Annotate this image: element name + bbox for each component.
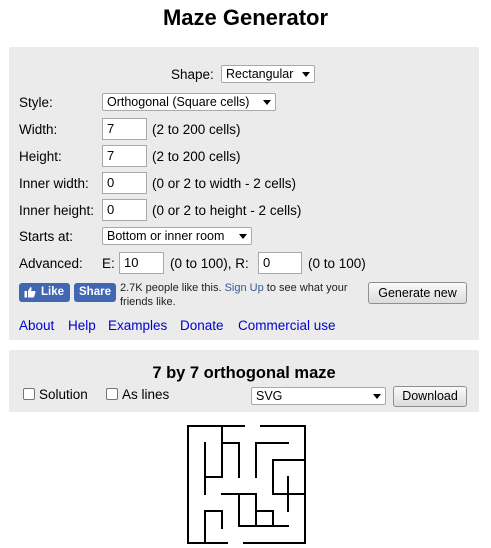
solution-label: Solution bbox=[39, 387, 88, 402]
starts-at-label: Starts at: bbox=[19, 229, 74, 244]
e-hint: (0 to 100), R: bbox=[170, 256, 249, 271]
height-hint: (2 to 200 cells) bbox=[152, 149, 241, 164]
width-hint: (2 to 200 cells) bbox=[152, 122, 241, 137]
settings-panel: Shape: Rectangular Style: Orthogonal (Sq… bbox=[9, 47, 479, 340]
examples-link[interactable]: Examples bbox=[108, 318, 167, 334]
inner-height-hint: (0 or 2 to height - 2 cells) bbox=[152, 203, 302, 218]
as-lines-checkbox[interactable] bbox=[106, 388, 118, 400]
result-panel: 7 by 7 orthogonal maze Solution As lines… bbox=[9, 350, 479, 412]
about-link[interactable]: About bbox=[19, 318, 54, 334]
social-text-line2: friends like. bbox=[120, 296, 176, 308]
shape-label: Shape: bbox=[171, 67, 214, 82]
facebook-share-button[interactable]: Share bbox=[74, 283, 116, 302]
e-input[interactable]: 10 bbox=[119, 252, 164, 274]
starts-at-value: Bottom or inner room bbox=[107, 229, 225, 243]
shape-select[interactable]: Rectangular bbox=[221, 65, 315, 83]
chevron-down-icon bbox=[302, 72, 310, 77]
inner-height-input[interactable]: 0 bbox=[102, 199, 147, 221]
maze-image bbox=[187, 425, 306, 544]
like-count-text: 2.7K people like this. bbox=[120, 282, 222, 294]
facebook-like-button[interactable]: Like bbox=[19, 283, 70, 302]
thumbs-up-icon bbox=[24, 287, 36, 298]
share-label: Share bbox=[79, 286, 111, 298]
chevron-down-icon bbox=[373, 394, 381, 399]
generate-new-button[interactable]: Generate new bbox=[368, 282, 467, 304]
advanced-label: Advanced: bbox=[19, 256, 83, 271]
inner-height-label: Inner height: bbox=[19, 203, 95, 218]
chevron-down-icon bbox=[239, 234, 247, 239]
height-input[interactable]: 7 bbox=[102, 145, 147, 167]
width-input[interactable]: 7 bbox=[102, 118, 147, 140]
e-label: E: bbox=[102, 256, 115, 271]
help-link[interactable]: Help bbox=[68, 318, 96, 334]
facebook-social-text: 2.7K people like this. Sign Up to see wh… bbox=[120, 281, 348, 309]
chevron-down-icon bbox=[263, 100, 271, 105]
style-label: Style: bbox=[19, 95, 53, 110]
commercial-use-link[interactable]: Commercial use bbox=[238, 318, 336, 334]
width-label: Width: bbox=[19, 122, 58, 137]
inner-width-input[interactable]: 0 bbox=[102, 172, 147, 194]
shape-value: Rectangular bbox=[226, 67, 294, 81]
page-title: Maze Generator bbox=[162, 5, 329, 30]
height-label: Height: bbox=[19, 149, 62, 164]
sign-up-link[interactable]: Sign Up bbox=[225, 282, 264, 294]
donate-link[interactable]: Donate bbox=[180, 318, 224, 334]
starts-at-select[interactable]: Bottom or inner room bbox=[102, 227, 252, 245]
download-button[interactable]: Download bbox=[393, 386, 467, 407]
style-value: Orthogonal (Square cells) bbox=[107, 95, 250, 109]
solution-checkbox[interactable] bbox=[23, 388, 35, 400]
like-label: Like bbox=[41, 286, 65, 298]
as-lines-label: As lines bbox=[122, 387, 170, 402]
inner-width-label: Inner width: bbox=[19, 176, 89, 191]
inner-width-hint: (0 or 2 to width - 2 cells) bbox=[152, 176, 297, 191]
r-hint: (0 to 100) bbox=[308, 256, 366, 271]
style-select[interactable]: Orthogonal (Square cells) bbox=[102, 93, 276, 111]
r-input[interactable]: 0 bbox=[258, 252, 302, 274]
social-text-after: to see what your bbox=[266, 282, 348, 294]
format-select[interactable]: SVG bbox=[251, 387, 386, 405]
maze-title: 7 by 7 orthogonal maze bbox=[152, 364, 336, 382]
format-value: SVG bbox=[256, 389, 283, 403]
